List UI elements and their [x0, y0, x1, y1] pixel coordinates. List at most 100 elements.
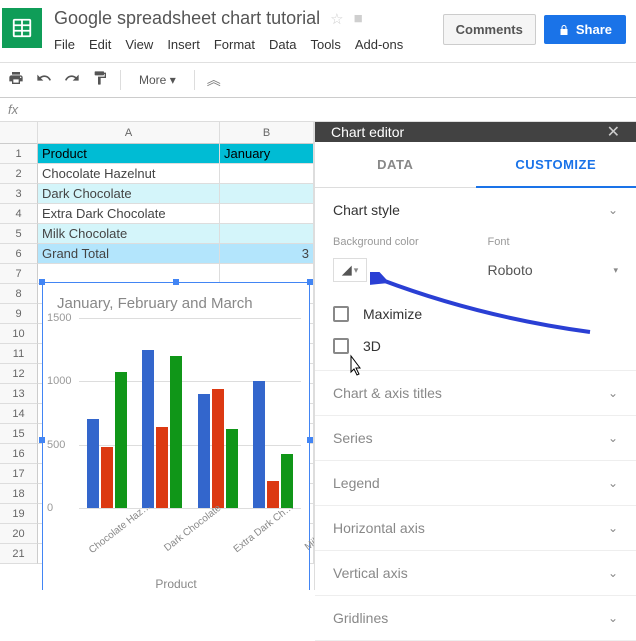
- chevron-down-icon: ⌄: [608, 431, 618, 445]
- maximize-checkbox[interactable]: [333, 306, 349, 322]
- row-header[interactable]: 2: [0, 164, 38, 184]
- fill-icon: ◢: [342, 262, 352, 278]
- menu-tools[interactable]: Tools: [310, 37, 340, 52]
- chevron-down-icon: ⌄: [608, 476, 618, 490]
- chart-plot-area: 050010001500: [43, 318, 309, 518]
- cell[interactable]: [220, 204, 314, 224]
- menu-format[interactable]: Format: [214, 37, 255, 52]
- section-vaxis[interactable]: Vertical axis⌄: [315, 551, 636, 595]
- chevron-down-icon: ⌄: [608, 566, 618, 580]
- cell[interactable]: Milk Chocolate: [38, 224, 220, 244]
- menu-addons[interactable]: Add-ons: [355, 37, 403, 52]
- chart-editor-panel: Chart editor ✕ DATA CUSTOMIZE Chart styl…: [314, 122, 636, 590]
- print-icon[interactable]: [8, 70, 24, 91]
- redo-icon[interactable]: [64, 70, 80, 91]
- row-header[interactable]: 11: [0, 344, 38, 364]
- toolbar-separator: [120, 70, 121, 90]
- cell[interactable]: [220, 264, 314, 284]
- col-header-a[interactable]: A: [38, 122, 220, 144]
- maximize-label: Maximize: [363, 306, 422, 322]
- section-legend[interactable]: Legend⌄: [315, 461, 636, 505]
- row-header[interactable]: 20: [0, 524, 38, 544]
- menu-insert[interactable]: Insert: [167, 37, 200, 52]
- cell[interactable]: [220, 164, 314, 184]
- cell[interactable]: Extra Dark Chocolate: [38, 204, 220, 224]
- lock-icon: [558, 24, 570, 36]
- cell[interactable]: [220, 184, 314, 204]
- 3d-label: 3D: [363, 338, 381, 354]
- close-icon[interactable]: ✕: [607, 122, 620, 142]
- more-button[interactable]: More ▾: [133, 70, 182, 90]
- row-header[interactable]: 10: [0, 324, 38, 344]
- section-series[interactable]: Series⌄: [315, 416, 636, 460]
- section-chart-style[interactable]: Chart style ⌄: [315, 188, 636, 232]
- row-header[interactable]: 5: [0, 224, 38, 244]
- font-label: Font: [488, 236, 619, 258]
- cell[interactable]: Chocolate Hazelnut: [38, 164, 220, 184]
- spreadsheet-grid[interactable]: A B 1ProductJanuary 2Chocolate Hazelnut …: [0, 122, 314, 590]
- fx-label: fx: [8, 102, 30, 117]
- cell[interactable]: [220, 224, 314, 244]
- chevron-down-icon: ⌄: [608, 521, 618, 535]
- row-header[interactable]: 16: [0, 444, 38, 464]
- folder-icon[interactable]: ■: [354, 10, 363, 27]
- row-header[interactable]: 14: [0, 404, 38, 424]
- bgcolor-picker[interactable]: ◢▾: [333, 258, 367, 282]
- cell[interactable]: [38, 264, 220, 284]
- row-header[interactable]: 7: [0, 264, 38, 284]
- editor-title: Chart editor: [331, 124, 404, 140]
- toolbar-separator: [194, 70, 195, 90]
- menu-data[interactable]: Data: [269, 37, 296, 52]
- embedded-chart[interactable]: January, February and March 050010001500…: [42, 282, 310, 590]
- row-header[interactable]: 6: [0, 244, 38, 264]
- row-header[interactable]: 21: [0, 544, 38, 564]
- row-header[interactable]: 18: [0, 484, 38, 504]
- resize-handle[interactable]: [39, 279, 45, 285]
- row-header[interactable]: 1: [0, 144, 38, 164]
- dropdown-icon: ▾: [354, 265, 359, 276]
- chevron-down-icon: ⌄: [608, 203, 618, 217]
- row-header[interactable]: 3: [0, 184, 38, 204]
- row-header[interactable]: 4: [0, 204, 38, 224]
- paint-format-icon[interactable]: [92, 70, 108, 91]
- row-header[interactable]: 15: [0, 424, 38, 444]
- dropdown-icon: ▾: [613, 265, 618, 276]
- row-header[interactable]: 19: [0, 504, 38, 524]
- cell[interactable]: Product: [38, 144, 220, 164]
- row-header[interactable]: 8: [0, 284, 38, 304]
- menu-view[interactable]: View: [125, 37, 153, 52]
- section-haxis[interactable]: Horizontal axis⌄: [315, 506, 636, 550]
- chart-title: January, February and March: [43, 283, 309, 318]
- collapse-toolbar-icon[interactable]: ︽: [207, 70, 221, 90]
- row-header[interactable]: 13: [0, 384, 38, 404]
- chevron-down-icon: ⌄: [608, 386, 618, 400]
- chart-x-labels: Chocolate Haz…Dark ChocolateExtra Dark C…: [43, 518, 309, 535]
- col-header-b[interactable]: B: [220, 122, 314, 144]
- undo-icon[interactable]: [36, 70, 52, 91]
- resize-handle[interactable]: [173, 279, 179, 285]
- cell[interactable]: Dark Chocolate: [38, 184, 220, 204]
- row-header[interactable]: 12: [0, 364, 38, 384]
- cell[interactable]: January: [220, 144, 314, 164]
- share-button[interactable]: Share: [544, 15, 626, 44]
- menu-file[interactable]: File: [54, 37, 75, 52]
- resize-handle[interactable]: [307, 279, 313, 285]
- section-titles[interactable]: Chart & axis titles⌄: [315, 371, 636, 415]
- doc-title[interactable]: Google spreadsheet chart tutorial: [54, 8, 320, 29]
- row-header[interactable]: 17: [0, 464, 38, 484]
- font-select[interactable]: Roboto ▾: [488, 258, 619, 278]
- comments-button[interactable]: Comments: [443, 14, 536, 45]
- 3d-checkbox[interactable]: [333, 338, 349, 354]
- row-header[interactable]: 9: [0, 304, 38, 324]
- bgcolor-label: Background color: [333, 236, 464, 258]
- menu-edit[interactable]: Edit: [89, 37, 111, 52]
- cell[interactable]: 3: [220, 244, 314, 264]
- cell[interactable]: Grand Total: [38, 244, 220, 264]
- section-gridlines[interactable]: Gridlines⌄: [315, 596, 636, 640]
- chevron-down-icon: ⌄: [608, 611, 618, 625]
- sheets-logo[interactable]: [2, 8, 42, 48]
- tab-customize[interactable]: CUSTOMIZE: [476, 142, 636, 188]
- select-all-corner[interactable]: [0, 122, 38, 144]
- tab-data[interactable]: DATA: [315, 142, 476, 188]
- star-icon[interactable]: ☆: [330, 10, 343, 28]
